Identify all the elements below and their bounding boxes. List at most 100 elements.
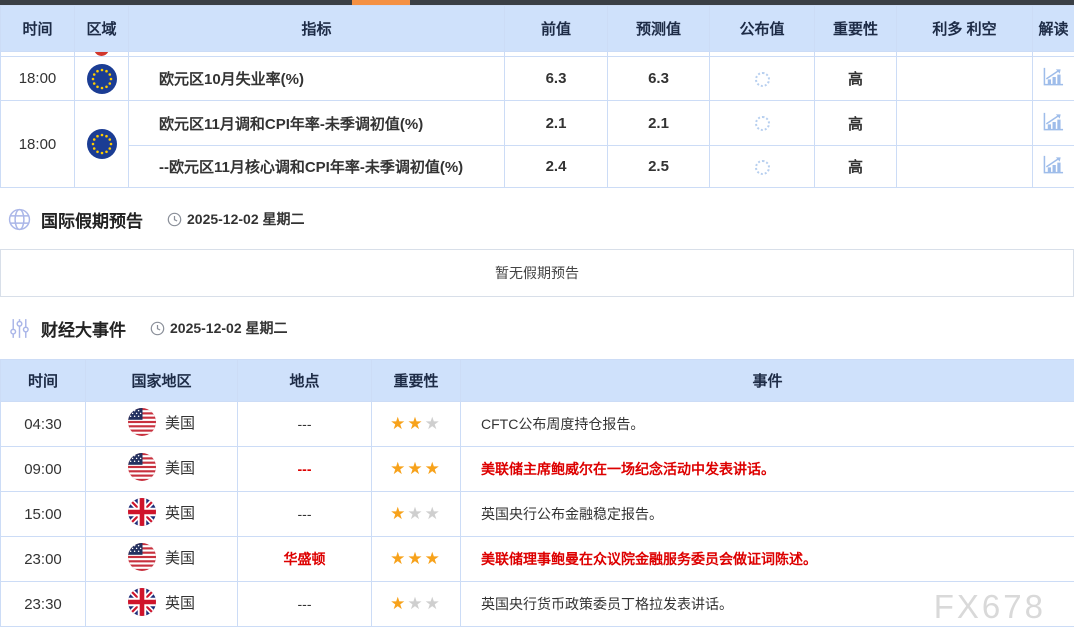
star-icon xyxy=(407,594,424,613)
event-row: 15:00 英国 --- 英国央行公布金融稳定报告。 xyxy=(1,492,1074,537)
country-label: 英国 xyxy=(165,502,195,523)
star-icon xyxy=(425,504,442,523)
previous-value: 6.3 xyxy=(505,57,608,101)
forecast-value: 6.3 xyxy=(608,57,710,101)
country-cell: 英国 xyxy=(86,492,238,537)
eco-row: 18:00 欧元区11月调和CPI年率-未季调初值(%) 2.1 2.1 高 xyxy=(1,101,1074,146)
scrollbar-thumb[interactable] xyxy=(352,0,410,5)
star-icon xyxy=(407,549,424,568)
events-table: 时间 国家地区 地点 重要性 事件 04:30 美国 --- CFTC公布周度持… xyxy=(0,359,1074,627)
col-header-location: 地点 xyxy=(238,360,372,402)
event-row: 04:30 美国 --- CFTC公布周度持仓报告。 xyxy=(1,402,1074,447)
time-cell: 23:00 xyxy=(1,537,86,582)
clock-icon xyxy=(150,321,165,336)
time-cell: 23:30 xyxy=(1,582,86,627)
globe-icon xyxy=(8,208,31,231)
importance-cell: 高 xyxy=(815,101,897,146)
star-icon xyxy=(425,549,442,568)
event-row: 09:00 美国 --- 美联储主席鲍威尔在一场纪念活动中发表讲话。 xyxy=(1,447,1074,492)
interpretation-cell[interactable] xyxy=(1033,101,1074,146)
event-row: 23:00 美国 华盛顿 美联储理事鲍曼在众议院金融服务委员会做证词陈述。 xyxy=(1,537,1074,582)
time-cell: 18:00 xyxy=(1,101,75,188)
us-flag-icon xyxy=(128,453,156,481)
holiday-section-header: 国际假期预告 2025-12-02 星期二 xyxy=(8,205,1074,233)
importance-stars xyxy=(372,447,461,492)
country-cell: 英国 xyxy=(86,582,238,627)
chart-icon[interactable] xyxy=(1042,111,1065,132)
location-cell: --- xyxy=(238,492,372,537)
importance-cell: 高 xyxy=(815,57,897,101)
time-cell: 04:30 xyxy=(1,402,86,447)
country-label: 美国 xyxy=(165,457,195,478)
time-cell: 09:00 xyxy=(1,447,86,492)
sliders-icon xyxy=(8,317,31,340)
bull-bear-cell xyxy=(897,146,1033,188)
section-title: 财经大事件 xyxy=(41,316,126,341)
star-icon xyxy=(390,594,407,613)
eco-row: 18:00 欧元区10月失业率(%) 6.3 6.3 高 xyxy=(1,57,1074,101)
col-header-forecast: 预测值 xyxy=(608,6,710,52)
star-icon xyxy=(425,459,442,478)
time-cell: 15:00 xyxy=(1,492,86,537)
top-scrollbar[interactable] xyxy=(0,0,1074,5)
star-icon xyxy=(407,504,424,523)
section-title: 国际假期预告 xyxy=(41,207,143,232)
previous-value: 2.4 xyxy=(505,146,608,188)
col-header-time: 时间 xyxy=(1,6,75,52)
us-flag-icon xyxy=(128,543,156,571)
country-label: 美国 xyxy=(165,412,195,433)
importance-stars xyxy=(372,402,461,447)
clock-icon xyxy=(167,212,182,227)
star-icon xyxy=(425,594,442,613)
published-value xyxy=(710,101,815,146)
interpretation-cell[interactable] xyxy=(1033,57,1074,101)
col-header-time: 时间 xyxy=(1,360,86,402)
chart-icon[interactable] xyxy=(1042,66,1065,87)
event-text: 美联储理事鲍曼在众议院金融服务委员会做证词陈述。 xyxy=(461,537,1074,582)
chart-icon[interactable] xyxy=(1042,154,1065,175)
interpretation-cell[interactable] xyxy=(1033,146,1074,188)
previous-value: 2.1 xyxy=(505,101,608,146)
event-text: 英国央行公布金融稳定报告。 xyxy=(461,492,1074,537)
location-cell: --- xyxy=(238,402,372,447)
indicator-link[interactable]: 欧元区10月失业率(%) xyxy=(129,57,505,101)
published-value xyxy=(710,146,815,188)
time-cell: 18:00 xyxy=(1,57,75,101)
col-header-previous: 前值 xyxy=(505,6,608,52)
eu-flag-icon xyxy=(87,64,117,94)
forecast-value: 2.1 xyxy=(608,101,710,146)
uk-flag-icon xyxy=(128,588,156,616)
eco-row: --欧元区11月核心调和CPI年率-未季调初值(%) 2.4 2.5 高 xyxy=(1,146,1074,188)
eco-header-row: 时间 区域 指标 前值 预测值 公布值 重要性 利多 利空 解读 xyxy=(1,6,1074,52)
bull-bear-cell xyxy=(897,57,1033,101)
country-cell: 美国 xyxy=(86,447,238,492)
published-value xyxy=(710,57,815,101)
indicator-link[interactable]: 欧元区11月调和CPI年率-未季调初值(%) xyxy=(129,101,505,146)
country-cell: 美国 xyxy=(86,402,238,447)
loading-spinner-icon xyxy=(755,72,770,87)
country-label: 英国 xyxy=(165,592,195,613)
eu-flag-icon xyxy=(87,129,117,159)
star-icon xyxy=(390,414,407,433)
indicator-link[interactable]: --欧元区11月核心调和CPI年率-未季调初值(%) xyxy=(129,146,505,188)
col-header-importance: 重要性 xyxy=(815,6,897,52)
region-cell xyxy=(75,57,129,101)
region-cell xyxy=(75,101,129,188)
holiday-empty-box: 暂无假期预告 xyxy=(0,249,1074,297)
importance-stars xyxy=(372,537,461,582)
event-text: CFTC公布周度持仓报告。 xyxy=(461,402,1074,447)
col-header-published: 公布值 xyxy=(710,6,815,52)
star-icon xyxy=(390,459,407,478)
country-label: 美国 xyxy=(165,547,195,568)
location-cell: --- xyxy=(238,582,372,627)
star-icon xyxy=(407,414,424,433)
importance-cell: 高 xyxy=(815,146,897,188)
loading-spinner-icon xyxy=(755,116,770,131)
forecast-value: 2.5 xyxy=(608,146,710,188)
bull-bear-cell xyxy=(897,101,1033,146)
us-flag-icon xyxy=(128,408,156,436)
importance-stars xyxy=(372,492,461,537)
star-icon xyxy=(390,549,407,568)
col-header-importance: 重要性 xyxy=(372,360,461,402)
uk-flag-icon xyxy=(128,498,156,526)
